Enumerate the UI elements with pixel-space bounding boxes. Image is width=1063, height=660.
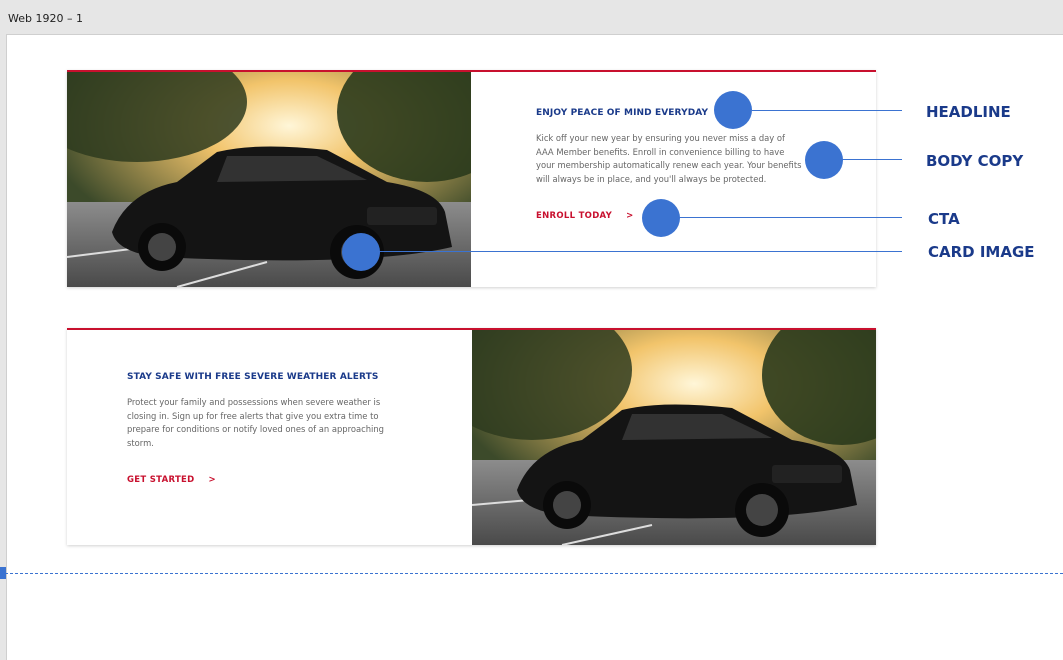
annotation-label-body-copy: BODY COPY [926, 152, 1024, 170]
annotation-label-card-image: CARD IMAGE [928, 243, 1035, 261]
cta-label: GET STARTED [127, 475, 195, 485]
enroll-today-link[interactable]: ENROLL TODAY > [536, 211, 634, 221]
annotation-label-cta: CTA [928, 210, 960, 228]
promo-card-peace-of-mind: ENJOY PEACE OF MIND EVERYDAY Kick off yo… [67, 70, 876, 287]
annotation-dot-card-image [342, 233, 380, 271]
card-headline: ENJOY PEACE OF MIND EVERYDAY [536, 108, 709, 118]
chevron-right-icon: > [626, 211, 634, 221]
guide-handle[interactable] [0, 567, 6, 579]
annotation-line-body-copy [842, 159, 902, 160]
card-image [67, 72, 471, 287]
car-photo [67, 72, 471, 287]
card-body-copy: Protect your family and possessions when… [127, 397, 384, 448]
get-started-link[interactable]: GET STARTED > [127, 475, 216, 485]
annotation-line-cta [679, 217, 902, 218]
chevron-right-icon: > [208, 475, 216, 485]
annotation-dot-cta [642, 199, 680, 237]
annotation-label-headline: HEADLINE [926, 103, 1011, 121]
car-photo [472, 330, 876, 545]
fold-guide-line[interactable] [0, 573, 1063, 574]
annotation-line-headline [752, 110, 902, 111]
annotation-dot-body-copy [805, 141, 843, 179]
annotation-dot-headline [714, 91, 752, 129]
artboard-title[interactable]: Web 1920 – 1 [8, 12, 83, 25]
promo-card-weather-alerts: STAY SAFE WITH FREE SEVERE WEATHER ALERT… [67, 328, 876, 545]
annotation-line-card-image [379, 251, 902, 252]
cta-label: ENROLL TODAY [536, 211, 613, 221]
card-image [472, 330, 876, 545]
card-body-copy: Kick off your new year by ensuring you n… [536, 133, 802, 184]
card-headline: STAY SAFE WITH FREE SEVERE WEATHER ALERT… [127, 372, 379, 382]
